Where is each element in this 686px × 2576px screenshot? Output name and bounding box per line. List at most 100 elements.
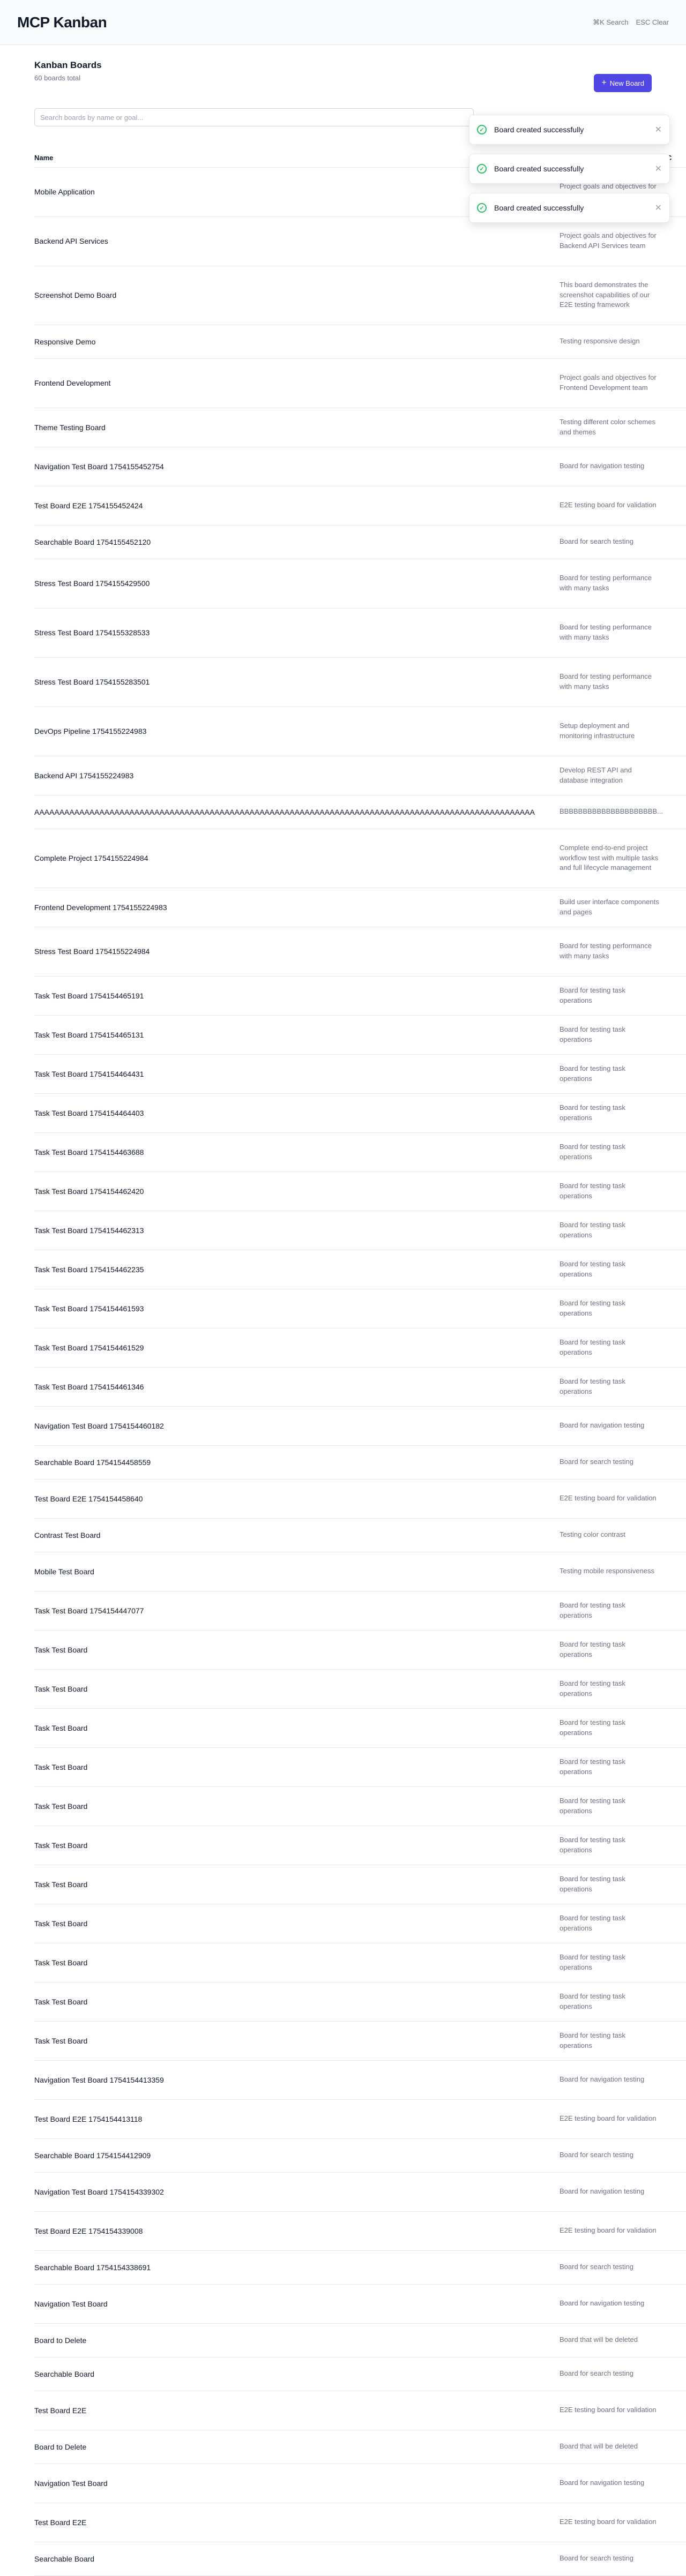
table-row[interactable]: Board to Delete Board that will be delete… (34, 2323, 686, 2357)
board-name[interactable]: Task Test Board 1754154465191 (34, 976, 560, 1016)
table-row[interactable]: Task Test Board Board for testing task op… (34, 1904, 686, 1943)
table-row[interactable]: Stress Test Board 1754155429500 Board for… (34, 559, 686, 609)
board-name[interactable]: Task Test Board 1754154464431 (34, 1054, 560, 1094)
board-name[interactable]: Task Test Board 1754154462235 (34, 1250, 560, 1289)
table-row[interactable]: Task Test Board Board for testing task op… (34, 1943, 686, 1982)
board-name[interactable]: Task Test Board 1754154461346 (34, 1367, 560, 1407)
table-row[interactable]: Test Board E2E E2E testing board for vali… (34, 2503, 686, 2542)
close-icon[interactable]: ✕ (655, 124, 662, 135)
close-icon[interactable]: ✕ (655, 163, 662, 174)
board-name[interactable]: Navigation Test Board 1754155452754 (34, 447, 560, 486)
board-name[interactable]: Test Board E2E 1754155452424 (34, 486, 560, 525)
table-row[interactable]: Task Test Board 1754154447077 Board for t… (34, 1591, 686, 1631)
table-row[interactable]: Test Board E2E 1754154458640 E2E testing … (34, 1479, 686, 1519)
board-name[interactable]: Task Test Board (34, 2021, 560, 2061)
board-name[interactable]: Backend API 1754155224983 (34, 756, 560, 795)
table-row[interactable]: Stress Test Board 1754155224984 Board for… (34, 927, 686, 977)
table-row[interactable]: Task Test Board 1754154464431 Board for t… (34, 1054, 686, 1094)
board-name[interactable]: Screenshot Demo Board (34, 266, 560, 325)
board-name[interactable]: Task Test Board 1754154462420 (34, 1171, 560, 1211)
table-row[interactable]: Task Test Board Board for testing task op… (34, 1708, 686, 1748)
board-name[interactable]: Searchable Board 1754154412909 (34, 2138, 560, 2173)
table-row[interactable]: Navigation Test Board Board for navigatio… (34, 2464, 686, 2503)
board-name[interactable]: Task Test Board (34, 1747, 560, 1787)
board-name[interactable]: AAAAAAAAAAAAAAAAAAAAAAAAAAAAAAAAAAAAAAAA… (34, 795, 560, 829)
board-name[interactable]: Stress Test Board 1754155283501 (34, 657, 560, 707)
table-row[interactable]: Frontend Development 1754155224983 Build … (34, 888, 686, 927)
table-row[interactable]: Task Test Board Board for testing task op… (34, 1747, 686, 1787)
search-input[interactable] (34, 108, 474, 126)
board-name[interactable]: Task Test Board (34, 1982, 560, 2022)
table-row[interactable]: Backend API 1754155224983 Develop REST AP… (34, 756, 686, 795)
table-row[interactable]: Searchable Board Board for search testing (34, 2542, 686, 2576)
table-row[interactable]: Test Board E2E 1754155452424 E2E testing … (34, 486, 686, 525)
board-name[interactable]: Stress Test Board 1754155328533 (34, 608, 560, 658)
table-row[interactable]: Searchable Board Board for search testing (34, 2357, 686, 2391)
board-name[interactable]: Task Test Board 1754154447077 (34, 1591, 560, 1631)
table-row[interactable]: Task Test Board Board for testing task op… (34, 2021, 686, 2061)
table-row[interactable]: Searchable Board 1754155452120 Board for … (34, 525, 686, 559)
board-name[interactable]: Frontend Development 1754155224983 (34, 888, 560, 927)
table-row[interactable]: Stress Test Board 1754155283501 Board for… (34, 657, 686, 707)
board-name[interactable]: Frontend Development (34, 358, 560, 408)
board-name[interactable]: Test Board E2E 1754154413118 (34, 2099, 560, 2139)
table-row[interactable]: Theme Testing Board Testing different col… (34, 408, 686, 447)
table-row[interactable]: Test Board E2E 1754154413118 E2E testing … (34, 2099, 686, 2139)
board-name[interactable]: Complete Project 1754155224984 (34, 829, 560, 888)
board-name[interactable]: Test Board E2E 1754154458640 (34, 1479, 560, 1519)
table-row[interactable]: AAAAAAAAAAAAAAAAAAAAAAAAAAAAAAAAAAAAAAAA… (34, 795, 686, 829)
clear-shortcut[interactable]: ESC Clear (636, 18, 669, 27)
board-name[interactable]: DevOps Pipeline 1754155224983 (34, 707, 560, 756)
board-name[interactable]: Theme Testing Board (34, 408, 560, 447)
table-row[interactable]: Task Test Board 1754154463688 Board for t… (34, 1132, 686, 1172)
board-name[interactable]: Mobile Test Board (34, 1552, 560, 1591)
table-row[interactable]: Task Test Board Board for testing task op… (34, 1826, 686, 1865)
table-row[interactable]: Complete Project 1754155224984 Complete e… (34, 829, 686, 888)
board-name[interactable]: Task Test Board (34, 1630, 560, 1670)
board-name[interactable]: Task Test Board 1754154461529 (34, 1328, 560, 1368)
board-name[interactable]: Task Test Board 1754154464403 (34, 1093, 560, 1133)
table-row[interactable]: Task Test Board 1754154462235 Board for t… (34, 1250, 686, 1289)
table-row[interactable]: Navigation Test Board Board for navigatio… (34, 2284, 686, 2324)
board-name[interactable]: Task Test Board 1754154465131 (34, 1015, 560, 1055)
table-row[interactable]: Board to Delete Board that will be delete… (34, 2430, 686, 2464)
table-row[interactable]: Task Test Board 1754154465191 Board for t… (34, 976, 686, 1016)
table-row[interactable]: Task Test Board Board for testing task op… (34, 1630, 686, 1670)
board-name[interactable]: Task Test Board 1754154463688 (34, 1132, 560, 1172)
table-row[interactable]: Searchable Board 1754154338691 Board for … (34, 2250, 686, 2285)
table-row[interactable]: Test Board E2E E2E testing board for vali… (34, 2391, 686, 2430)
table-row[interactable]: Searchable Board 1754154412909 Board for … (34, 2138, 686, 2173)
board-name[interactable]: Searchable Board 1754155452120 (34, 525, 560, 559)
table-row[interactable]: Task Test Board 1754154464403 Board for t… (34, 1093, 686, 1133)
board-name[interactable]: Responsive Demo (34, 325, 560, 359)
table-row[interactable]: Task Test Board Board for testing task op… (34, 1786, 686, 1826)
search-shortcut[interactable]: ⌘K Search (593, 18, 628, 27)
new-board-button[interactable]: + New Board (594, 74, 652, 92)
board-name[interactable]: Board to Delete (34, 2323, 560, 2357)
table-row[interactable]: Task Test Board 1754154461346 Board for t… (34, 1367, 686, 1407)
table-row[interactable]: Task Test Board 1754154461529 Board for t… (34, 1328, 686, 1368)
board-name[interactable]: Task Test Board (34, 1786, 560, 1826)
board-name[interactable]: Test Board E2E (34, 2503, 560, 2542)
table-row[interactable]: Mobile Test Board Testing mobile responsi… (34, 1552, 686, 1591)
board-name[interactable]: Task Test Board 1754154461593 (34, 1289, 560, 1328)
board-name[interactable]: Task Test Board (34, 1708, 560, 1748)
table-row[interactable]: Navigation Test Board 1754154339302 Board… (34, 2172, 686, 2212)
board-name[interactable]: Task Test Board (34, 1826, 560, 1865)
board-name[interactable]: Test Board E2E 1754154339008 (34, 2211, 560, 2251)
board-name[interactable]: Test Board E2E (34, 2391, 560, 2430)
table-row[interactable]: Stress Test Board 1754155328533 Board for… (34, 608, 686, 658)
table-row[interactable]: Test Board E2E 1754154339008 E2E testing … (34, 2211, 686, 2251)
board-name[interactable]: Searchable Board 1754154458559 (34, 1445, 560, 1479)
board-name[interactable]: Navigation Test Board (34, 2284, 560, 2324)
board-name[interactable]: Task Test Board (34, 1669, 560, 1709)
board-name[interactable]: Navigation Test Board (34, 2464, 560, 2503)
table-row[interactable]: DevOps Pipeline 1754155224983 Setup deplo… (34, 707, 686, 756)
board-name[interactable]: Navigation Test Board 1754154460182 (34, 1406, 560, 1446)
board-name[interactable]: Contrast Test Board (34, 1518, 560, 1552)
table-row[interactable]: Navigation Test Board 1754155452754 Board… (34, 447, 686, 486)
board-name[interactable]: Board to Delete (34, 2430, 560, 2464)
table-row[interactable]: Navigation Test Board 1754154460182 Board… (34, 1406, 686, 1446)
table-row[interactable]: Task Test Board 1754154465131 Board for t… (34, 1015, 686, 1055)
board-name[interactable]: Stress Test Board 1754155429500 (34, 559, 560, 609)
